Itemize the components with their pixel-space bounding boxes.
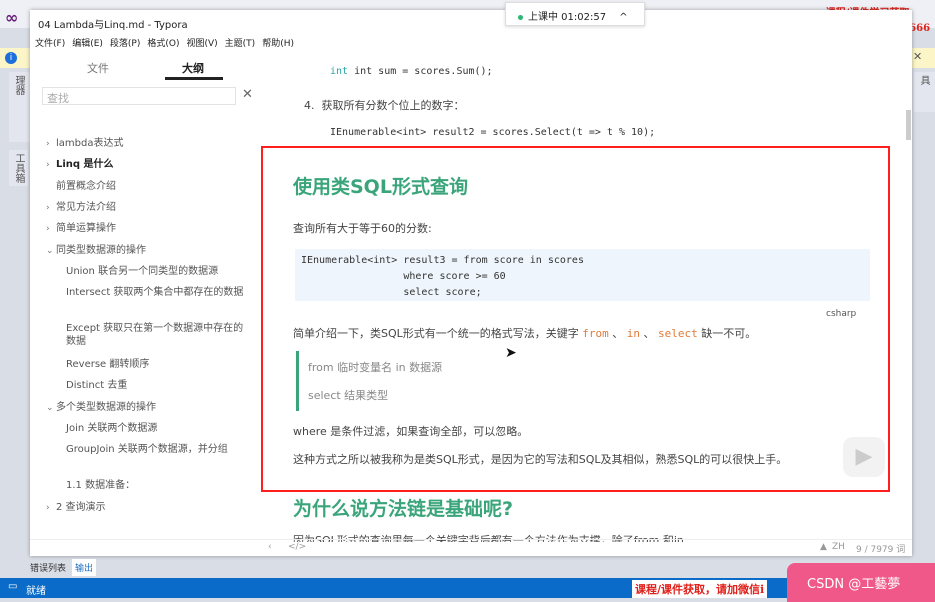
menubar: 文件(F) 编辑(E) 段落(P) 格式(O) 视图(V) 主题(T) 帮助(H… [35,36,294,49]
outline-item[interactable]: 前置概念介绍 [46,180,246,193]
code-result2: IEnumerable<int> result2 = scores.Select… [330,127,656,138]
outline-item-label: Distinct 去重 [66,380,128,392]
outline-item[interactable]: Except 获取只在第一个数据源中存在的数据 [66,322,246,348]
outline-search-input[interactable]: 查找 [42,87,236,105]
menu-help[interactable]: 帮助(H) [262,36,294,49]
chevron-icon[interactable]: ⌄ [46,402,56,415]
outline-item-label: Reverse 翻转顺序 [66,359,150,371]
play-icon[interactable]: ▶ [843,437,885,477]
outline-item-label: 2 查询演示 [56,501,106,513]
tab-outline[interactable]: 大纲 [182,60,204,76]
chevron-icon[interactable]: › [46,502,56,515]
timer-label: 上课中 01:02:57 [528,12,607,23]
list-item-4: 4. 获取所有分数个位上的数字： [304,99,465,112]
outline-item-label: 简单运算操作 [56,223,116,235]
menu-format[interactable]: 格式(O) [147,36,179,49]
visual-studio-logo-icon: ∞ [5,8,19,27]
outline-item[interactable]: ⌄ 同类型数据源的操作 [46,244,246,258]
toggle-sidebar-icon[interactable]: ‹ [268,542,272,552]
window-title: 04 Lambda与Linq.md - Typora [38,20,188,31]
menu-file[interactable]: 文件(F) [35,36,65,49]
outline-item-label: Intersect 获取两个集合中都存在的数据 [66,287,244,299]
outline-item[interactable]: › 2 查询演示 [46,501,246,515]
outline-item[interactable]: 1.1 数据准备： [66,479,246,492]
outline-item-label: lambda表达式 [56,138,124,149]
word-count[interactable]: 9 / 7979 词 [856,542,905,555]
outline-item-label: Except 获取只在第一个数据源中存在的数据 [66,323,244,348]
watermark-bottom: 课程/课件获取，请加微信i [632,580,768,598]
chevron-icon[interactable]: › [46,159,56,172]
outline-item-label: 前置概念介绍 [56,180,116,192]
language-indicator[interactable]: ZH [832,542,845,552]
editor-scrollbar[interactable] [906,110,911,140]
class-timer: 上课中 01:02:57 ^ [505,2,645,26]
vs-tab-diagnostics[interactable]: 诊断工具 [914,72,935,112]
outline-item[interactable]: › 常见方法介绍 [46,201,246,215]
search-close-icon[interactable]: ✕ [242,87,253,102]
outline-item-label: Union 联合另一个同类型的数据源 [66,265,219,277]
vs-tab-toolbox[interactable]: 工具箱 [9,150,28,186]
menu-theme[interactable]: 主题(T) [225,36,256,49]
chevron-icon[interactable]: › [46,138,56,151]
outline-item-label: 常见方法介绍 [56,201,116,213]
outline-item[interactable]: ⌄ 多个类型数据源的操作 [46,401,246,415]
outline-item-label: GroupJoin 关联两个数据源，并分组 [66,444,228,456]
outline-item[interactable]: › Linq 是什么 [46,158,246,172]
outline-item[interactable]: Join 关联两个数据源 [66,422,246,435]
outline-item[interactable]: Reverse 翻转顺序 [66,358,246,371]
tab-files[interactable]: 文件 [87,60,109,76]
chat-icon: ▭ [8,581,18,592]
outline-item[interactable]: Distinct 去重 [66,379,246,392]
menu-paragraph[interactable]: 段落(P) [110,36,140,49]
outline-item-label: Linq 是什么 [56,159,114,171]
infobar-close-icon[interactable]: ✕ [913,50,922,63]
status-text: 就绪 [26,586,46,597]
outline-item[interactable]: Intersect 获取两个集合中都存在的数据 [66,286,246,299]
vs-tab-error-list[interactable]: 错误列表 [30,561,66,574]
live-dot-icon [518,14,523,20]
outline-item-label: 1.1 数据准备： [66,480,136,492]
chevron-icon[interactable]: › [46,202,56,215]
source-code-icon[interactable]: </> [288,542,306,552]
outline-item[interactable]: GroupJoin 关联两个数据源，并分组 [66,443,246,456]
chevron-icon[interactable]: › [46,223,56,236]
outline-item-label: 同类型数据源的操作 [56,244,146,256]
menu-view[interactable]: 视图(V) [186,36,217,49]
outline-item[interactable]: › 简单运算操作 [46,222,246,236]
status-bar: ‹ </> ▲ ZH 9 / 7979 词 [30,539,912,556]
menu-edit[interactable]: 编辑(E) [72,36,103,49]
heading-method-chain: 为什么说方法链是基础呢? [293,498,514,520]
outline-item[interactable]: › lambda表达式 [46,137,246,151]
outline-item[interactable]: Union 联合另一个同类型的数据源 [66,265,246,278]
code-sum: int int sum = scores.Sum(); [330,66,493,77]
chevron-up-icon[interactable]: ^ [619,12,627,23]
csdn-watermark: CSDN @工藝夢 [787,563,935,602]
active-tab-indicator [165,77,223,80]
warning-icon: ▲ [820,542,827,552]
outline-item-label: Join 关联两个数据源 [66,423,158,434]
highlight-rectangle [261,146,890,492]
vs-tab-output[interactable]: 输出 [72,559,97,576]
sidebar: 文件 大纲 查找 ✕ › lambda表达式 › Linq 是什么 前置概念介绍 › 常见方… [30,54,258,544]
info-icon: i [5,52,17,64]
chevron-icon[interactable]: ⌄ [46,245,56,258]
mouse-cursor-icon: ➤ [505,345,517,361]
outline-item-label: 多个类型数据源的操作 [56,401,156,413]
